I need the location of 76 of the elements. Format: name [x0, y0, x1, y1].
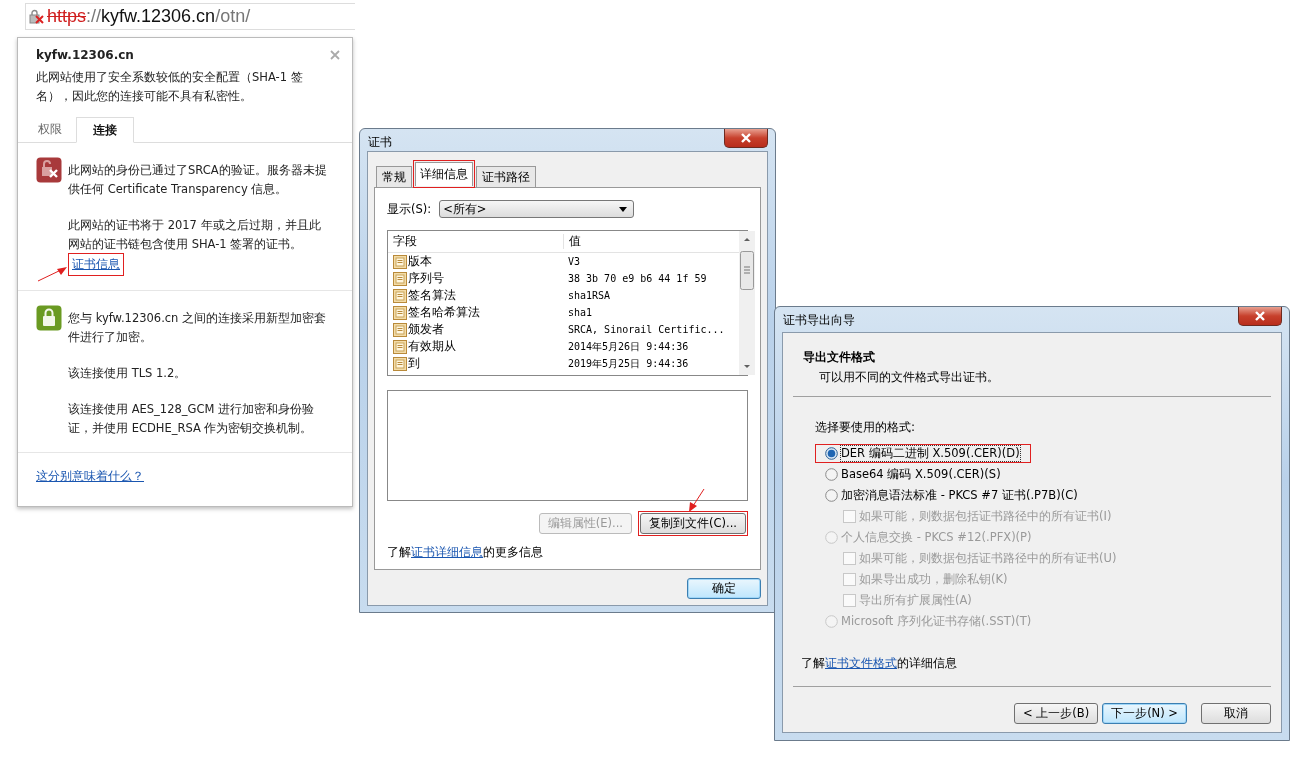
- close-button[interactable]: [724, 129, 768, 148]
- tab[interactable]: 常规: [376, 166, 412, 188]
- field-name[interactable]: 版本: [408, 254, 432, 269]
- field-name[interactable]: 颁发者: [408, 322, 444, 337]
- radio-option[interactable]: 加密消息语法标准 - PKCS #7 证书(.P7B)(C): [825, 488, 1078, 503]
- field-icon: [393, 254, 407, 269]
- radio-option[interactable]: DER 编码二进制 X.509(.CER)(D): [825, 446, 1020, 461]
- field-icon: [393, 339, 407, 354]
- info-link[interactable]: 证书文件格式: [825, 656, 897, 670]
- info-text: 了解证书文件格式的详细信息: [801, 655, 958, 672]
- checkbox-icon: [843, 573, 856, 586]
- button[interactable]: 复制到文件(C)...: [640, 513, 746, 534]
- certificate-link[interactable]: 证书信息: [72, 255, 120, 274]
- window-title: 证书导出向导: [782, 312, 855, 329]
- broken-lock-icon: [29, 8, 45, 25]
- paragraph: 此网站的身份已通过了SRCA的验证。服务器未提供任何 Certificate Transparency 信息。: [68, 162, 328, 198]
- field-value: 38 3b 70 e9 b6 44 1f 59: [567, 273, 708, 284]
- close-button[interactable]: [1238, 307, 1282, 326]
- radio-icon: [825, 468, 838, 481]
- column-header[interactable]: 字段: [388, 234, 564, 249]
- field-name[interactable]: 到: [408, 356, 420, 371]
- ok-button[interactable]: 确定: [687, 578, 761, 599]
- tab[interactable]: 证书路径: [476, 166, 536, 188]
- paragraph: 您与 kyfw.12306.cn 之间的连接采用新型加密套件进行了加密。: [68, 310, 328, 346]
- field-icon: [393, 288, 407, 303]
- close-icon: [1254, 311, 1266, 321]
- field-value: 2019年5月25日 9:44:36: [567, 356, 690, 371]
- show-label: 显示(S):: [387, 201, 432, 217]
- button[interactable]: 下一步(N) >: [1102, 703, 1187, 724]
- field-icon: [393, 271, 407, 286]
- paragraph: 该连接使用 AES_128_GCM 进行加密和身份验证，并使用 ECDHE_RSA 作为密钥交换机制。: [68, 401, 316, 437]
- site-title: kyfw.12306.cn: [36, 48, 134, 62]
- url-text: https://kyfw.12306.cn/otn/: [47, 6, 251, 27]
- tab[interactable]: 连接: [76, 117, 134, 143]
- info-text: 了解证书详细信息的更多信息: [387, 544, 544, 561]
- checkbox-icon: [843, 510, 856, 523]
- window-title: 证书: [367, 134, 392, 151]
- button[interactable]: 取消: [1201, 703, 1271, 724]
- checkbox-icon: [843, 594, 856, 607]
- field-icon: [393, 305, 407, 320]
- field-value: V3: [567, 256, 582, 267]
- page-heading: 导出文件格式: [803, 349, 876, 366]
- lock-icon: [36, 305, 62, 331]
- radio-icon: [825, 489, 838, 502]
- tab[interactable]: 权限: [24, 117, 76, 142]
- show-dropdown[interactable]: <所有>: [439, 200, 635, 218]
- page-subheading: 可以用不同的文件格式导出证书。: [818, 369, 1000, 386]
- field-name[interactable]: 签名哈希算法: [408, 305, 480, 320]
- help-link[interactable]: 这分别意味着什么？: [18, 453, 162, 500]
- column-header[interactable]: 值: [564, 234, 739, 249]
- field-icon: [393, 322, 407, 337]
- field-value: sha1RSA: [567, 290, 612, 301]
- prompt-text: 选择要使用的格式:: [815, 419, 917, 436]
- close-icon: [330, 50, 340, 60]
- paragraph: 此网站的证书将于 2017 年或之后过期，并且此网站的证书链包含使用 SHA-1 签署的证书。: [68, 217, 322, 253]
- field-icon: [393, 356, 407, 371]
- radio-option[interactable]: Base64 编码 X.509(.CER)(S): [825, 467, 1001, 482]
- field-value: sha1: [567, 307, 594, 318]
- field-name[interactable]: 签名算法: [408, 288, 456, 303]
- info-link[interactable]: 证书详细信息: [411, 545, 483, 559]
- paragraph: 该连接使用 TLS 1.2。: [68, 365, 188, 382]
- close-icon: [740, 133, 752, 143]
- address-bar[interactable]: https://kyfw.12306.cn/otn/: [25, 3, 355, 30]
- field-name[interactable]: 序列号: [408, 271, 444, 286]
- field-value: 2014年5月26日 9:44:36: [567, 339, 690, 354]
- radio-icon: [825, 447, 838, 460]
- warning-text: 此网站使用了安全系数较低的安全配置（SHA-1 签名），因此您的连接可能不具有私密性。: [35, 69, 304, 105]
- radio-icon: [825, 615, 838, 628]
- broken-lock-icon: [36, 157, 62, 183]
- tab[interactable]: 详细信息: [415, 162, 473, 186]
- radio-icon: [825, 531, 838, 544]
- field-value: SRCA, Sinorail Certific...: [567, 324, 726, 335]
- button[interactable]: < 上一步(B): [1013, 703, 1099, 724]
- dropdown-arrow-icon: [619, 206, 628, 212]
- field-name[interactable]: 有效期从: [408, 339, 456, 354]
- checkbox-icon: [843, 552, 856, 565]
